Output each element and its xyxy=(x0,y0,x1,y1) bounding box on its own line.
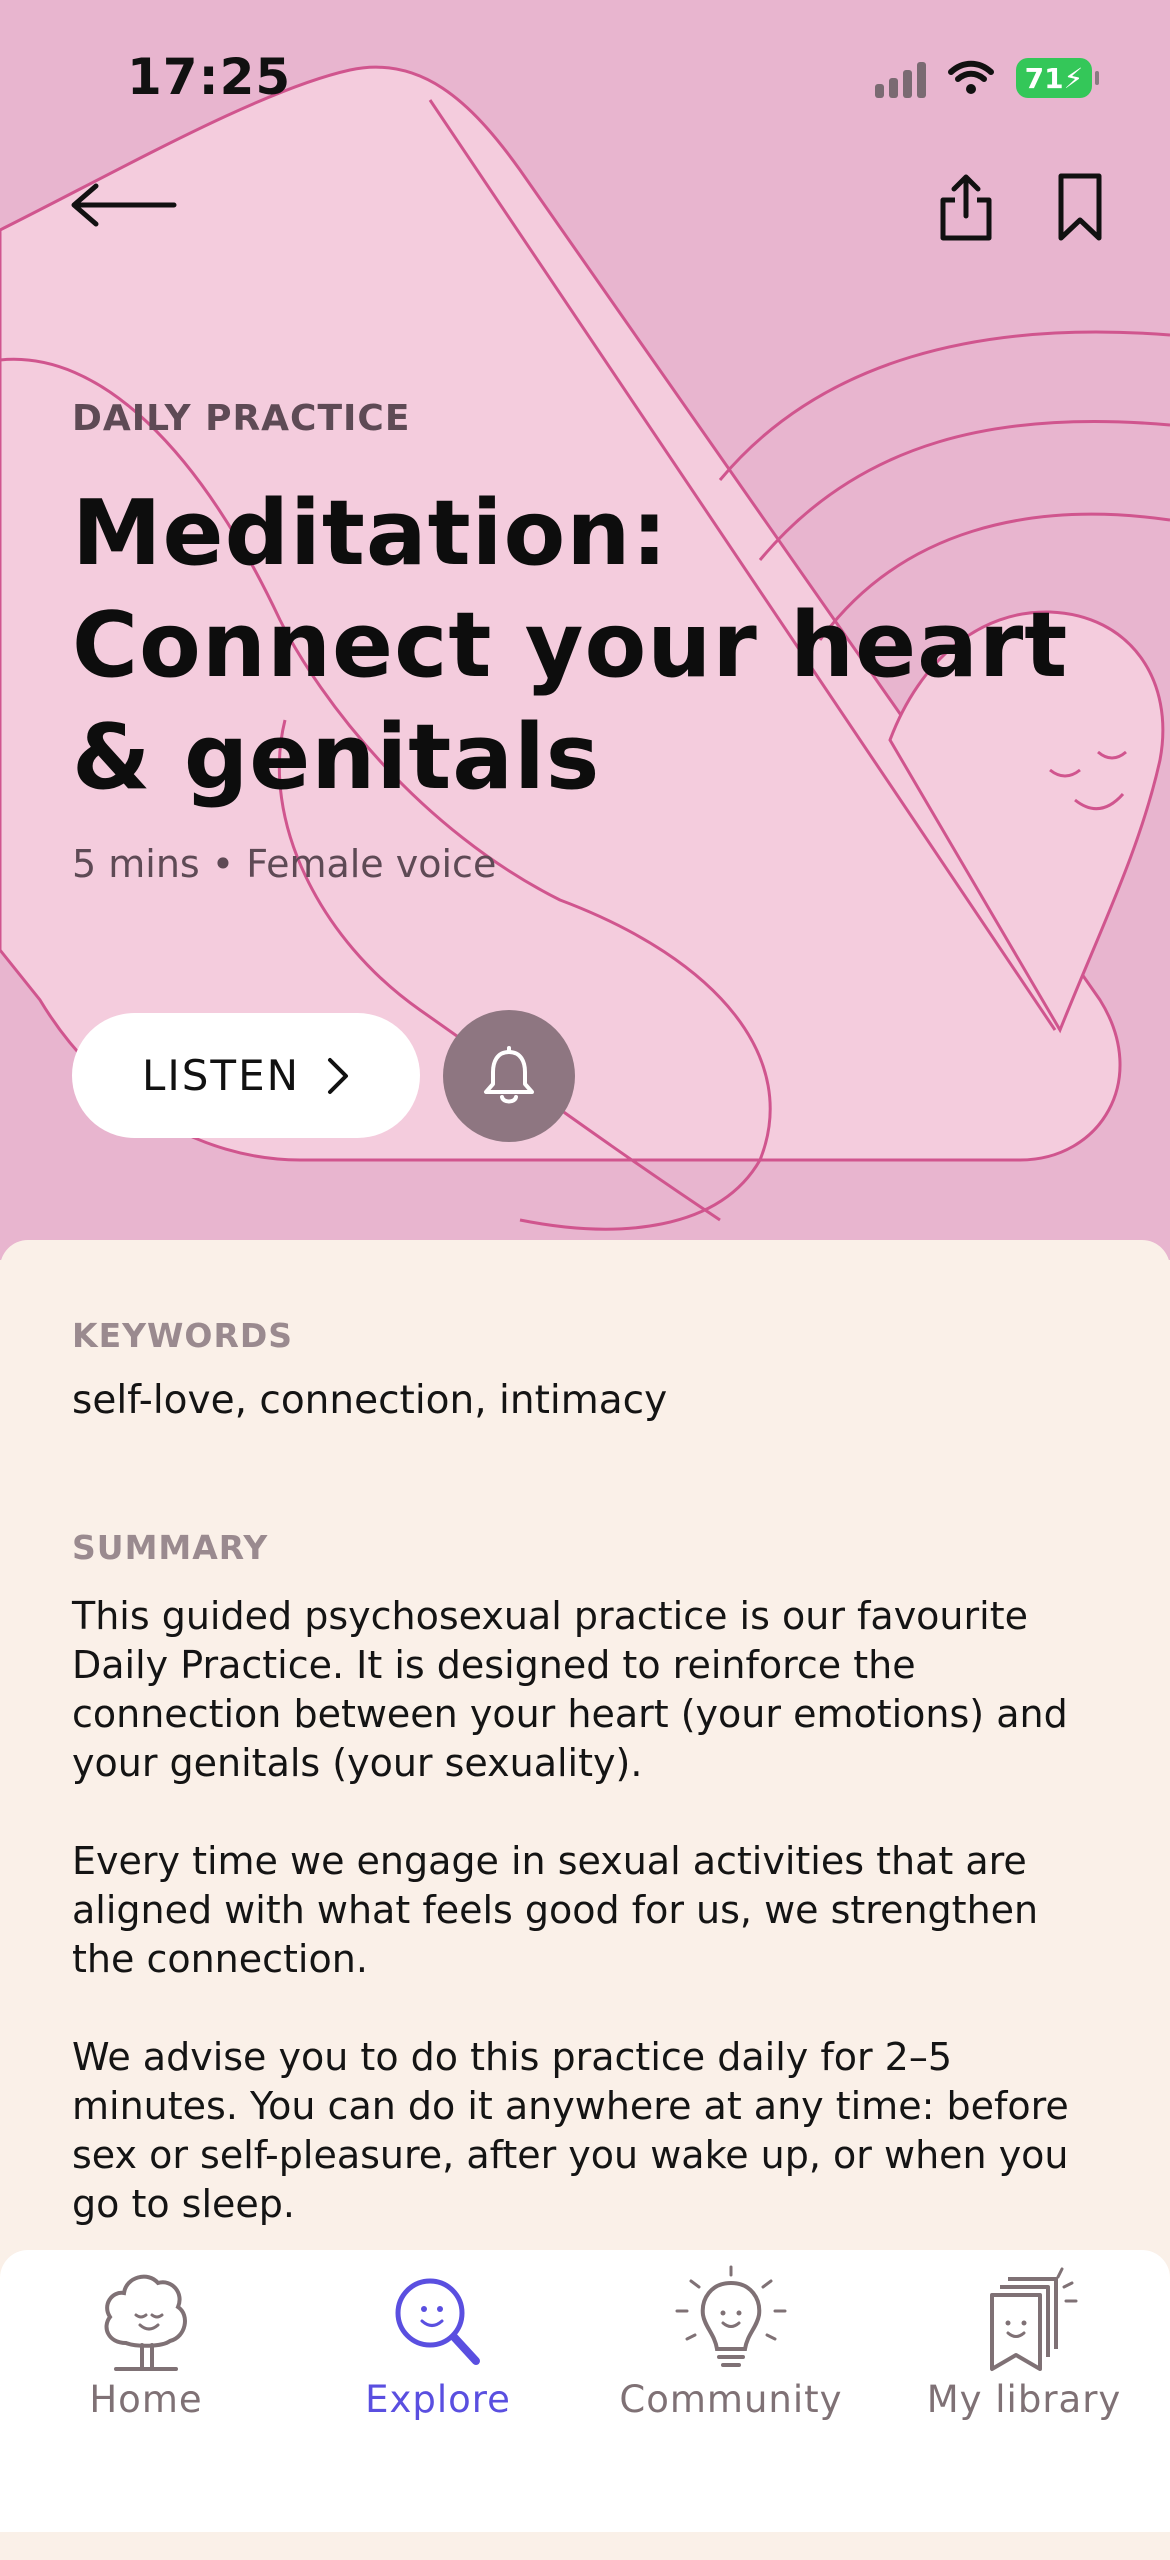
summary-text: This guided psychosexual practice is our… xyxy=(72,1592,1112,2278)
books-icon xyxy=(990,2267,1078,2371)
tree-icon xyxy=(104,2274,187,2371)
tab-label: My library xyxy=(926,2378,1122,2421)
back-arrow-icon[interactable] xyxy=(70,180,180,230)
summary-paragraph: This guided psychosexual practice is our… xyxy=(72,1594,1068,1785)
tab-label: Explore xyxy=(365,2378,511,2421)
bookmark-icon[interactable] xyxy=(1055,172,1105,244)
battery-indicator: 71 ⚡ xyxy=(1016,58,1099,98)
wifi-icon xyxy=(948,60,994,94)
battery-level: 71 xyxy=(1024,61,1064,95)
category-label: DAILY PRACTICE xyxy=(72,398,411,439)
signal-icon xyxy=(875,58,926,98)
duration-voice-meta: 5 mins • Female voice xyxy=(72,842,497,886)
bell-icon xyxy=(484,1046,534,1104)
share-icon[interactable] xyxy=(935,172,997,244)
keywords-heading: KEYWORDS xyxy=(72,1316,294,1355)
tab-label: Home xyxy=(89,2378,203,2421)
tab-label: Community xyxy=(619,2378,843,2421)
reminder-button[interactable] xyxy=(443,1010,575,1142)
page-title: Meditation: Connect your heart & genital… xyxy=(72,481,1069,810)
lightbulb-icon xyxy=(675,2265,787,2367)
summary-paragraph: Every time we engage in sexual activitie… xyxy=(72,1839,1039,1981)
status-bar: 17:25 71 ⚡ xyxy=(0,0,1170,150)
tab-community[interactable]: Community xyxy=(585,2250,877,2450)
summary-paragraph: We advise you to do this practice daily … xyxy=(72,2035,1069,2226)
magnifier-icon xyxy=(395,2278,480,2365)
listen-label: LISTEN xyxy=(141,1051,301,1100)
tab-my-library[interactable]: My library xyxy=(878,2250,1170,2450)
status-icons: 71 ⚡ xyxy=(875,56,1099,100)
status-time: 17:25 xyxy=(127,48,292,106)
tab-explore[interactable]: Explore xyxy=(292,2250,584,2450)
hero-banner: 17:25 71 ⚡ DAILY PRACTICE Meditation: Con… xyxy=(0,0,1170,1260)
summary-heading: SUMMARY xyxy=(72,1528,269,1567)
bottom-tab-bar: Home Explore Community My library xyxy=(0,2250,1170,2532)
keywords-text: self-love, connection, intimacy xyxy=(72,1378,668,1423)
chevron-right-icon xyxy=(328,1057,349,1094)
listen-button[interactable]: LISTEN xyxy=(72,1013,420,1138)
tab-home[interactable]: Home xyxy=(0,2250,292,2450)
